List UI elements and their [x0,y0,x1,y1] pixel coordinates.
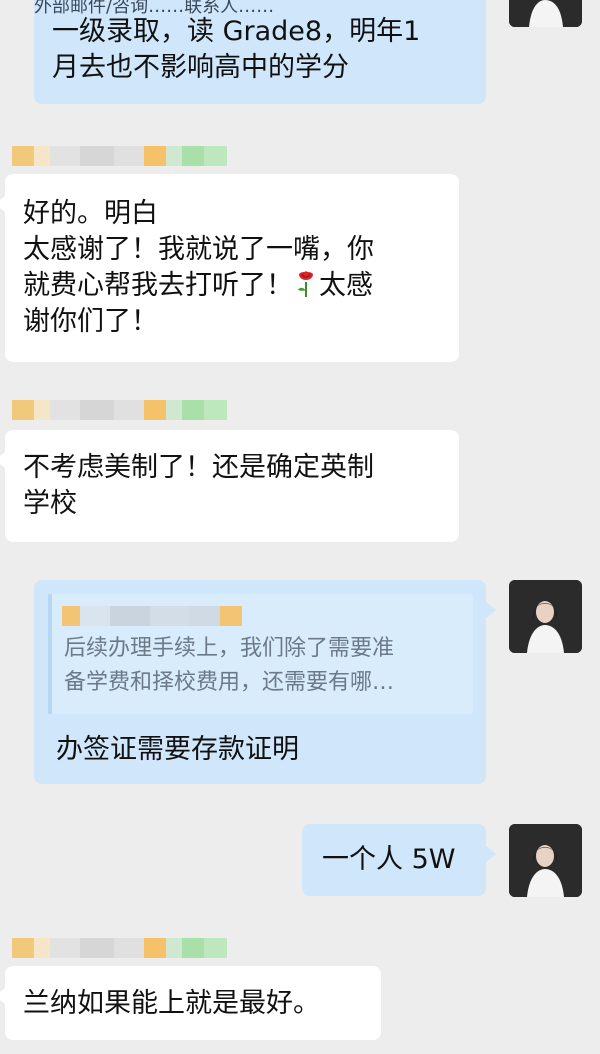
message-bubble-self-1[interactable]: 一级录取，读 Grade8，明年1 月去也不影响高中的学分 [34,0,486,104]
sender-name-blurred [12,146,227,166]
message-line: 谢你们了！ [23,306,158,337]
quoted-sender-blurred [62,606,242,626]
message-line: 月去也不影响高中的学分 [52,52,349,83]
message-bubble-other-6[interactable]: 兰纳如果能上就是最好。 [0,966,381,1040]
message-bubble-other-3[interactable]: 不考虑美制了！还是确定英制 学校 [0,430,459,542]
avatar[interactable] [509,580,582,653]
reply-text: 办签证需要存款证明 [56,734,299,765]
quoted-message[interactable]: 后续办理手续上，我们除了需要准 备学费和择校费用，还需要有哪… [48,594,473,714]
message-line: 不考虑美制了！还是确定英制 [23,452,374,483]
message-line: 学校 [23,488,77,519]
avatar[interactable] [509,824,582,897]
message-line-with-emoji: 就费心帮我去打听了！ 太感 [23,268,441,304]
message-text: 就费心帮我去打听了！ [23,270,293,301]
message-line: 一个人 5W [322,844,456,875]
message-line: 太感谢了！我就说了一嘴，你 [23,234,374,265]
avatar[interactable] [509,0,582,27]
user-avatar-icon [509,580,582,653]
message-text: 太感 [319,270,373,301]
quoted-line: 后续办理手续上，我们除了需要准 [64,636,395,661]
rose-icon [298,271,313,297]
quote-bar [48,594,52,714]
sender-name-blurred [12,938,227,958]
quoted-line: 备学费和择校费用，还需要有哪… [64,670,395,695]
user-avatar-icon [509,0,582,27]
message-bubble-self-5[interactable]: 一个人 5W [302,824,496,896]
quoted-text: 后续办理手续上，我们除了需要准 备学费和择校费用，还需要有哪… [64,632,394,700]
message-line: 一级录取，读 Grade8，明年1 [52,16,421,47]
sender-name-blurred [12,400,227,420]
message-line: 好的。明白 [23,198,158,229]
message-line: 兰纳如果能上就是最好。 [23,988,320,1019]
message-bubble-other-2[interactable]: 好的。明白 太感谢了！我就说了一嘴，你 就费心帮我去打听了！ 太感 谢你们了！ [0,174,459,362]
message-cropped-header: 外部邮件/咨询……联系人…… [34,0,275,14]
user-avatar-icon [509,824,582,897]
